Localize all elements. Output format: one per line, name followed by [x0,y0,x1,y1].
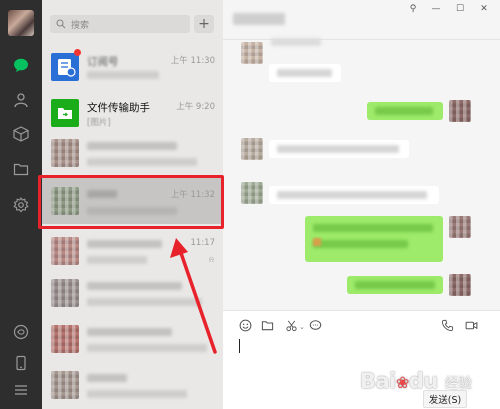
close-button[interactable]: ✕ [477,3,491,15]
call-icon[interactable] [439,317,455,333]
session-name: 文件传输助手 [87,102,150,114]
list-item[interactable] [42,270,223,316]
gear-icon[interactable] [11,195,31,215]
box-icon[interactable] [11,124,31,144]
paw-icon: ❀ [395,373,409,392]
sender-name-blurred [269,36,329,48]
highlight-box [38,175,224,229]
message-bubble [269,140,409,158]
avatar [51,371,79,399]
session-time: 上午 9:20 [176,102,215,112]
avatar [51,325,79,353]
session-name-blurred [87,240,162,248]
search-icon [56,19,66,29]
bubble-icon[interactable] [307,317,323,333]
unread-dot [74,49,81,56]
session-preview-blurred [87,344,207,352]
video-icon[interactable] [463,317,479,333]
pin-icon[interactable]: ⚲ [406,3,420,15]
avatar [241,42,263,64]
session-time: 上午 11:30 [170,56,215,66]
menu-icon[interactable] [11,380,31,400]
file-icon[interactable] [259,317,275,333]
session-name-blurred [87,282,182,290]
list-item[interactable] [42,362,223,408]
avatar [241,138,263,160]
session-name: 订阅号 [87,56,119,68]
avatar [449,274,471,296]
message-bubble-outgoing [347,276,443,294]
avatar [51,279,79,307]
session-preview-blurred [87,158,197,166]
avatar [241,182,263,204]
contacts-icon[interactable] [11,90,31,110]
chat-title-blurred [233,13,285,25]
session-preview-blurred [87,390,187,398]
chat-panel: ⚲ — ☐ ✕ ⌄ Bai❀du 经验 发送(S) [223,0,500,409]
chat-header: ⚲ — ☐ ✕ [223,0,500,40]
avatar [51,237,79,265]
session-preview-blurred [87,256,147,264]
emoji-icon[interactable] [237,317,253,333]
message-bubble [269,64,341,82]
session-preview-blurred [87,71,159,79]
my-avatar[interactable] [8,10,34,36]
maximize-button[interactable]: ☐ [453,3,467,15]
avatar [51,139,79,167]
miniprogram-icon[interactable] [11,322,31,342]
avatar [51,99,79,127]
search-placeholder: 搜索 [71,20,90,31]
avatar [449,216,471,238]
session-preview-blurred [87,298,202,306]
scissors-icon[interactable] [283,317,299,333]
message-bubble-outgoing [367,102,443,120]
session-time: 11:17 [190,238,216,248]
folder-icon[interactable] [11,159,31,179]
subscription-icon [58,59,76,77]
search-input[interactable]: 搜索 [50,15,190,33]
chat-icon[interactable] [11,55,31,75]
avatar [449,100,471,122]
mute-icon: ⍾ [208,255,214,264]
session-name-blurred [87,374,127,382]
minimize-button[interactable]: — [429,3,443,15]
folder-icon [58,108,72,119]
session-preview: [图片] [87,118,111,128]
list-item[interactable]: 订阅号 上午 11:30 [42,44,223,90]
session-name-blurred [87,328,172,336]
send-button[interactable]: 发送(S) [423,390,467,408]
chevron-down-icon[interactable]: ⌄ [299,323,305,331]
session-name-blurred [87,142,177,150]
list-item[interactable] [42,316,223,362]
composer: ⌄ Bai❀du 经验 发送(S) [223,310,500,409]
phone-icon[interactable] [11,353,31,373]
message-bubble-outgoing [305,216,443,262]
message-bubble [269,186,439,204]
list-item[interactable]: 11:17 ⍾ [42,228,223,274]
list-item[interactable] [42,130,223,176]
avatar [51,53,79,81]
nav-rail [0,0,42,409]
add-button[interactable]: + [194,15,214,33]
